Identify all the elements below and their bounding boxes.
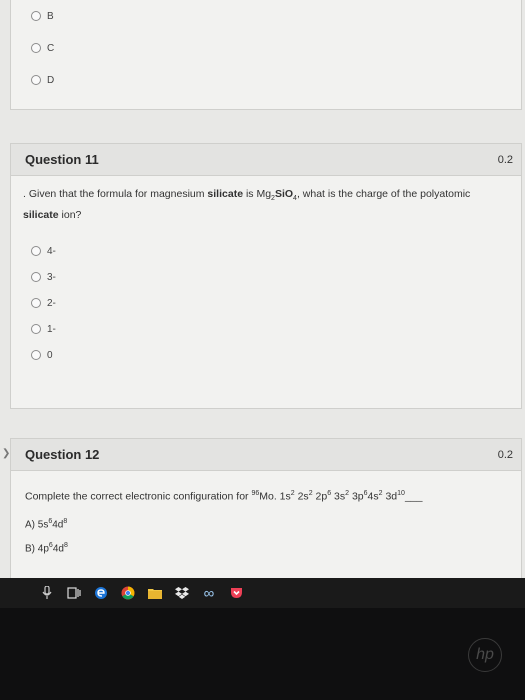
option-label: B: [47, 10, 54, 22]
radio-button[interactable]: [31, 298, 41, 309]
option-label: 1-: [47, 323, 56, 335]
option-label: D: [47, 74, 55, 86]
option-label: 3-: [47, 271, 56, 283]
orbital: 1s: [279, 490, 291, 503]
question-points: 0.2: [497, 153, 513, 166]
option-label: C: [47, 42, 55, 54]
radio-button[interactable]: [31, 11, 41, 21]
element-symbol: Mo.: [259, 490, 280, 503]
chrome-icon[interactable]: [121, 586, 135, 600]
orbital: 4s: [367, 490, 379, 503]
option-4-minus[interactable]: 4-: [11, 238, 521, 264]
orbital: 3s: [331, 490, 346, 503]
answer-choice-a[interactable]: A) 5s64d8: [11, 512, 521, 536]
file-explorer-icon[interactable]: [148, 586, 162, 600]
dropbox-icon[interactable]: [175, 586, 189, 600]
laptop-bezel: [0, 608, 525, 700]
question-header: Question 12 0.2: [11, 439, 521, 471]
orbital: 2p: [312, 490, 328, 503]
answer-label: A) 5s: [25, 518, 49, 530]
option-1-minus[interactable]: 1-: [11, 316, 521, 342]
mic-icon[interactable]: [40, 586, 54, 600]
radio-button[interactable]: [31, 75, 41, 85]
orbital: 3d: [382, 490, 398, 503]
option-label: 4-: [47, 245, 56, 257]
electron-count: 8: [63, 541, 68, 549]
option-3-minus[interactable]: 3-: [11, 264, 521, 290]
browser-viewport: B C D Question 11 0.2 . Given that the f…: [0, 0, 525, 578]
radio-button[interactable]: [31, 246, 41, 257]
orbital: 4d: [52, 518, 64, 530]
electron-count: 8: [63, 517, 68, 525]
radio-button[interactable]: [31, 324, 41, 335]
edge-icon[interactable]: [94, 586, 108, 600]
orbital: 3p: [349, 490, 364, 503]
prompt-text: . Given that the formula for magnesium: [23, 188, 208, 200]
option-c[interactable]: C: [11, 32, 521, 64]
question-title: Question 11: [25, 152, 99, 167]
orbital: 2s: [294, 490, 309, 503]
infinity-icon[interactable]: ∞: [202, 585, 216, 602]
question-points: 0.2: [497, 448, 513, 461]
radio-button[interactable]: [31, 350, 41, 361]
orbital: 4d: [52, 543, 64, 555]
prompt-text: , what is the charge of the polyatomic: [296, 188, 471, 200]
question-prompt: Complete the correct electronic configur…: [11, 471, 521, 512]
answer-choice-b[interactable]: B) 4p64d8: [11, 536, 521, 560]
electron-count: 10: [397, 490, 405, 497]
hp-logo: hp: [468, 638, 502, 672]
prompt-bold: silicate: [23, 209, 59, 222]
pocket-icon[interactable]: [229, 586, 243, 600]
option-label: 0: [47, 349, 53, 361]
radio-button[interactable]: [31, 272, 41, 283]
task-view-icon[interactable]: [67, 586, 81, 600]
previous-question-card: B C D: [10, 0, 522, 110]
prompt-text: is Mg: [243, 188, 272, 200]
taskbar: ∞: [0, 578, 525, 608]
question-prompt: . Given that the formula for magnesium s…: [11, 176, 521, 230]
option-0[interactable]: 0: [11, 342, 521, 368]
question-title: Question 12: [25, 447, 100, 462]
answer-label: B) 4p: [25, 543, 49, 555]
prompt-text: ion?: [58, 209, 82, 222]
prompt-bold: silicate: [207, 188, 244, 200]
option-d[interactable]: D: [11, 64, 521, 96]
option-label: 2-: [47, 297, 56, 309]
question-12-card: Question 12 0.2 Complete the correct ele…: [10, 438, 522, 578]
radio-button[interactable]: [31, 43, 41, 53]
question-header: Question 11 0.2: [11, 144, 521, 176]
answer-options: 4- 3- 2- 1- 0: [11, 230, 521, 368]
prompt-text: Complete the correct electronic configur…: [25, 490, 252, 503]
option-b[interactable]: B: [11, 0, 521, 32]
answer-blank: ___: [404, 490, 423, 503]
formula-text: SiO: [274, 188, 294, 200]
option-2-minus[interactable]: 2-: [11, 290, 521, 316]
brand-text: hp: [476, 646, 494, 663]
question-11-card: Question 11 0.2 . Given that the formula…: [10, 143, 522, 409]
